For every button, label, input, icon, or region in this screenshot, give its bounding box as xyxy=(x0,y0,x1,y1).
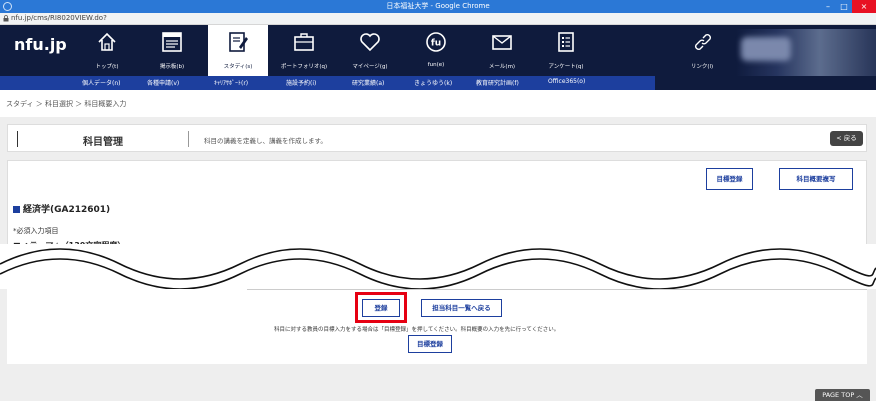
nav-board[interactable]: 掲示板(b) xyxy=(142,25,202,76)
nav-mypage-label: マイページ(g) xyxy=(352,64,388,70)
link-icon xyxy=(695,34,711,50)
site-logo[interactable]: nfu.jp xyxy=(14,35,67,54)
sub-navigation-filler xyxy=(655,76,876,90)
nav-portfolio-label: ポートフォリオ(q) xyxy=(280,64,328,70)
back-button[interactable]: < 戻る xyxy=(830,131,863,146)
nav-mail[interactable]: メール(m) xyxy=(472,25,532,76)
maximize-button[interactable]: □ xyxy=(836,0,852,13)
nav-link-label: リンク(l) xyxy=(690,64,714,70)
lock-icon xyxy=(3,15,9,22)
panel-top-rule xyxy=(247,289,867,290)
nav-portfolio[interactable]: ポートフォリオ(q) xyxy=(274,25,334,76)
portfolio-icon xyxy=(294,33,314,51)
outline-copy-button[interactable]: 科目概要複写 xyxy=(779,168,853,190)
nav-mypage[interactable]: マイページ(g) xyxy=(340,25,400,76)
address-bar[interactable]: nfu.jp/cms/RI8020VIEW.do? xyxy=(0,13,876,25)
course-title-text: 経済学(GA212601) xyxy=(23,205,111,215)
page-top-button[interactable]: PAGE TOP ︿ xyxy=(815,389,870,401)
subnav-kyouyuu[interactable]: きょうゆう(k) xyxy=(414,78,452,87)
breadcrumb[interactable]: スタディ ＞ 科目選択 ＞ 科目概要入力 xyxy=(6,99,126,109)
sub-navigation: 個人データ(n) 各種申請(v) ｷｬﾘｱｻﾎﾟｰﾄ(r) 施設予約(i) 研究… xyxy=(0,76,655,90)
subnav-personal-data[interactable]: 個人データ(n) xyxy=(82,78,121,87)
subnav-office365[interactable]: Office365(o) xyxy=(548,78,585,85)
goal-register-button-top[interactable]: 目標登録 xyxy=(706,168,753,190)
header-divider xyxy=(188,131,189,147)
required-note-text: *必須入力項目 xyxy=(13,227,59,235)
page-header: 科目管理 科目の講義を定義し、講義を作成します。 < 戻る xyxy=(7,124,867,152)
subnav-education-research-plan[interactable]: 教育研究計画(f) xyxy=(476,78,519,87)
course-title: 経済学(GA212601) xyxy=(13,202,110,215)
cut-wave-decoration xyxy=(0,248,876,289)
back-to-list-button[interactable]: 担当科目一覧へ戻る xyxy=(421,299,502,317)
browser-title-bar: 日本福祉大学 - Google Chrome – □ × xyxy=(0,0,876,13)
fu-icon: fu xyxy=(426,32,446,52)
window-title: 日本福祉大学 - Google Chrome xyxy=(386,2,490,10)
goal-register-button-bottom[interactable]: 目標登録 xyxy=(408,335,452,353)
nav-study-label: スタディ(s) xyxy=(223,64,253,70)
close-button[interactable]: × xyxy=(852,0,876,13)
nav-mail-label: メール(m) xyxy=(488,64,516,70)
goal-register-note: 科目に対する教員の目標入力をする場合は「目標登録」を押してください。科目概要の入… xyxy=(274,327,560,333)
heart-icon xyxy=(360,33,380,52)
study-icon xyxy=(229,32,248,52)
register-button[interactable]: 登録 xyxy=(362,299,400,317)
avatar xyxy=(741,37,791,61)
svg-text:fu: fu xyxy=(431,39,441,49)
survey-icon xyxy=(558,32,574,52)
nav-study[interactable]: スタディ(s) xyxy=(208,25,268,76)
subnav-career-support[interactable]: ｷｬﾘｱｻﾎﾟｰﾄ(r) xyxy=(214,78,248,87)
required-note: *必須入力項目 xyxy=(13,226,59,236)
user-profile-area[interactable] xyxy=(735,29,876,76)
nav-top-label: トップ(t) xyxy=(95,64,119,70)
nav-fun-label: fun(e) xyxy=(427,62,445,68)
home-icon xyxy=(98,32,116,51)
nav-board-label: 掲示板(b) xyxy=(159,64,185,70)
nav-survey-label: アンケート(q) xyxy=(548,64,584,70)
nav-survey[interactable]: アンケート(q) xyxy=(536,25,596,76)
header-accent-bar xyxy=(17,131,18,147)
page-description: 科目の講義を定義し、講義を作成します。 xyxy=(204,137,327,145)
mail-icon xyxy=(492,35,512,50)
minimize-button[interactable]: – xyxy=(820,0,836,13)
url-text[interactable]: nfu.jp/cms/RI8020VIEW.do? xyxy=(11,14,107,22)
nav-link[interactable]: リンク(l) xyxy=(672,25,732,76)
page-title: 科目管理 xyxy=(83,137,123,148)
nav-top[interactable]: トップ(t) xyxy=(77,25,137,76)
board-icon xyxy=(162,32,182,52)
nav-fun[interactable]: fu fun(e) xyxy=(406,25,466,76)
subnav-research-achievements[interactable]: 研究業績(a) xyxy=(352,78,384,87)
subnav-facility-reservation[interactable]: 施設予約(i) xyxy=(286,78,316,87)
footer-background xyxy=(0,364,876,401)
subnav-applications[interactable]: 各種申請(v) xyxy=(147,78,179,87)
section-marker-icon xyxy=(13,206,20,213)
